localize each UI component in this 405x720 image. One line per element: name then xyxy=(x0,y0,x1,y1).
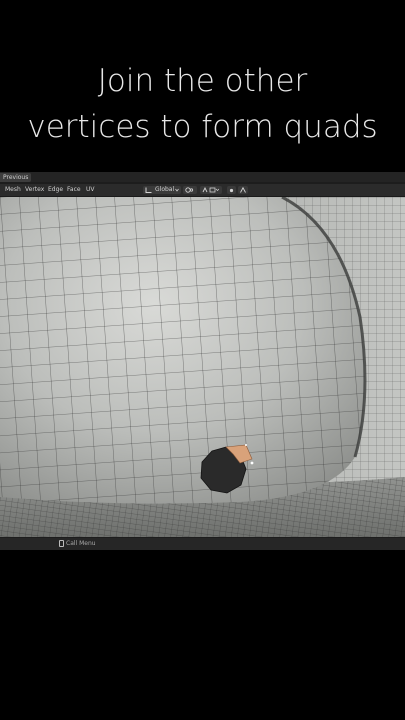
menu-vertex[interactable]: Vertex xyxy=(25,184,44,196)
falloff-dropdown[interactable] xyxy=(238,186,248,194)
document-icon xyxy=(59,540,64,547)
transform-orientation-icon xyxy=(145,187,152,193)
snap-icon xyxy=(202,187,219,193)
pivot-point-icon xyxy=(185,187,194,193)
main-wireframe xyxy=(0,197,365,504)
chevron-down-icon xyxy=(175,188,179,192)
status-call-menu: Call Menu xyxy=(66,540,96,547)
caption-line-2: vertices to form quads xyxy=(27,109,378,145)
snap-dropdown[interactable] xyxy=(200,186,222,194)
status-bar: Call Menu xyxy=(0,538,405,550)
mesh-render[interactable] xyxy=(0,197,405,537)
previous-button[interactable]: Previous xyxy=(0,173,32,182)
orientation-value: Global xyxy=(155,186,175,193)
caption-line-1: Join the other xyxy=(97,63,308,99)
selected-vertex[interactable] xyxy=(245,444,247,446)
menu-face[interactable]: Face xyxy=(67,184,81,196)
viewport-header: Mesh Vertex Edge Face UV Global xyxy=(0,184,405,197)
video-caption: Join the other vertices to form quads xyxy=(0,58,405,150)
proportional-editing-icon xyxy=(229,188,234,193)
transform-orientation-dropdown[interactable]: Global xyxy=(143,186,181,194)
proportional-editing-toggle[interactable] xyxy=(227,186,236,194)
pivot-point-dropdown[interactable] xyxy=(183,186,197,194)
menu-mesh[interactable]: Mesh xyxy=(5,184,21,196)
blender-window: Previous Mesh Vertex Edge Face UV Global xyxy=(0,172,405,550)
3d-viewport[interactable] xyxy=(0,197,405,537)
menu-uv[interactable]: UV xyxy=(86,184,95,196)
falloff-icon xyxy=(240,187,246,193)
top-strip: Previous xyxy=(0,172,405,182)
menu-edge[interactable]: Edge xyxy=(48,184,63,196)
selected-vertex[interactable] xyxy=(250,461,254,465)
